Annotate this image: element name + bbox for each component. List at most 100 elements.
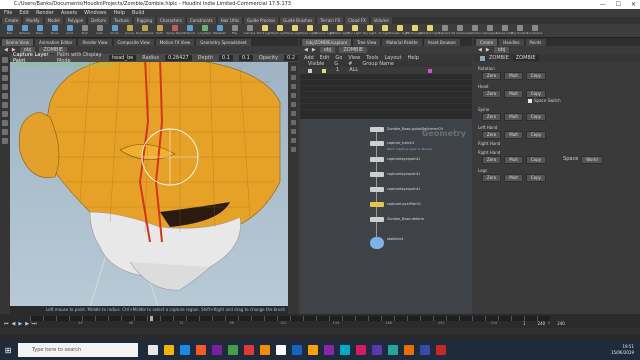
param-copy-button[interactable]: Copy bbox=[525, 156, 547, 164]
shelf-tool[interactable]: Tube bbox=[33, 25, 46, 36]
guides-icon[interactable] bbox=[290, 147, 296, 152]
points-icon[interactable] bbox=[290, 129, 296, 134]
param-copy-button[interactable]: Copy bbox=[525, 90, 547, 98]
shelf-tool[interactable]: Line bbox=[93, 25, 106, 36]
param-copy-button[interactable]: Copy bbox=[525, 131, 547, 139]
param-zero-button[interactable]: Zero bbox=[482, 156, 502, 164]
shelf-tool[interactable]: Curve bbox=[123, 25, 136, 36]
shelf-tab[interactable]: Texture bbox=[111, 17, 132, 24]
forward-icon[interactable]: ▶ bbox=[312, 47, 316, 53]
close-icon[interactable]: ✕ bbox=[631, 0, 636, 9]
snap-tool-icon[interactable] bbox=[2, 120, 8, 126]
taskbar-app-icon[interactable] bbox=[292, 345, 302, 355]
shelf-tool[interactable]: Caustic Light bbox=[390, 25, 409, 36]
path-obj[interactable]: obj bbox=[319, 47, 336, 53]
space-dropdown[interactable]: World bbox=[581, 156, 603, 164]
path-obj[interactable]: obj bbox=[493, 47, 510, 53]
path-zombie[interactable]: ZOMBIE bbox=[339, 47, 368, 53]
shelf-tool[interactable]: Path bbox=[153, 25, 166, 36]
shelf-tool[interactable]: Metaball bbox=[213, 25, 226, 36]
depth-field-2[interactable]: 0.1 bbox=[238, 55, 253, 61]
wireframe-icon[interactable] bbox=[290, 84, 296, 89]
3d-viewport[interactable] bbox=[10, 62, 288, 314]
pane-tab[interactable]: Material Palette bbox=[382, 39, 422, 46]
brush-tool-icon[interactable] bbox=[2, 129, 8, 135]
network-node[interactable] bbox=[370, 202, 384, 207]
param-mult-button[interactable]: Mult bbox=[504, 72, 523, 80]
checkbox-icon[interactable] bbox=[528, 98, 532, 103]
group-row[interactable]: 1 ALL bbox=[300, 67, 472, 74]
param-mult-button[interactable]: Mult bbox=[504, 113, 523, 121]
pane-tab[interactable]: Geometry Spreadsheet bbox=[196, 39, 251, 46]
menu-item-assets[interactable]: Assets bbox=[61, 9, 77, 17]
move-tool-icon[interactable] bbox=[2, 66, 8, 72]
pane-tab[interactable]: Tree View bbox=[353, 39, 381, 46]
end-frame-field[interactable]: 240 bbox=[534, 321, 549, 327]
network-menu-item[interactable]: Tools bbox=[366, 55, 378, 61]
shelf-tool[interactable]: Spray Paint bbox=[166, 25, 183, 36]
rotate-tool-icon[interactable] bbox=[2, 75, 8, 81]
network-editor[interactable]: Geometry Paint: Capture layer to Muscle … bbox=[300, 119, 472, 320]
shelf-tab[interactable]: Guide Brushes bbox=[280, 17, 316, 24]
network-menu-item[interactable]: Go bbox=[335, 55, 342, 61]
menu-item-help[interactable]: Help bbox=[113, 9, 124, 17]
taskbar-app-icon[interactable] bbox=[228, 345, 238, 355]
taskbar-app-icon[interactable] bbox=[308, 345, 318, 355]
network-menu-item[interactable]: Add bbox=[304, 55, 314, 61]
taskbar-app-icon[interactable] bbox=[420, 345, 430, 355]
pane-tab[interactable]: Handles bbox=[499, 39, 524, 46]
shelf-tool[interactable]: Sphere bbox=[18, 25, 31, 36]
network-node[interactable] bbox=[370, 187, 384, 192]
color-swatch[interactable] bbox=[322, 68, 326, 73]
visibility-swatch[interactable] bbox=[308, 68, 312, 73]
network-menu-item[interactable]: View bbox=[348, 55, 360, 61]
shelf-tool[interactable]: Grid bbox=[63, 25, 76, 36]
pose-tool-icon[interactable] bbox=[2, 102, 8, 108]
scale-tool-icon[interactable] bbox=[2, 84, 8, 90]
network-node[interactable] bbox=[370, 127, 384, 132]
start-frame-field[interactable]: 1 bbox=[520, 321, 529, 327]
normals-icon[interactable] bbox=[290, 138, 296, 143]
back-icon[interactable]: ◀ bbox=[4, 47, 8, 53]
first-frame-icon[interactable]: ⏮ bbox=[4, 321, 9, 327]
group-color-swatch[interactable] bbox=[428, 68, 433, 73]
shelf-tab[interactable]: Rigging bbox=[133, 17, 155, 24]
back-icon[interactable]: ◀ bbox=[304, 47, 308, 53]
shelf-tab[interactable]: Deform bbox=[88, 17, 110, 24]
network-menu-item[interactable]: Edit bbox=[320, 55, 330, 61]
network-node[interactable] bbox=[370, 237, 384, 249]
pane-tab[interactable]: Animation Editor bbox=[34, 39, 77, 46]
minimize-icon[interactable]: — bbox=[600, 0, 606, 9]
network-node[interactable] bbox=[370, 217, 384, 222]
menu-item-windows[interactable]: Windows bbox=[84, 9, 106, 17]
clock-date[interactable]: 15/06/2019 bbox=[611, 350, 634, 356]
shelf-tab[interactable]: Create bbox=[2, 17, 22, 24]
taskbar-app-icon[interactable] bbox=[372, 345, 382, 355]
handle-tool-icon[interactable] bbox=[2, 93, 8, 99]
shelf-tab[interactable]: Characters bbox=[156, 17, 185, 24]
taskbar-app-icon[interactable] bbox=[436, 345, 446, 355]
shelf-tool[interactable]: Env Light bbox=[348, 25, 362, 36]
select-tool-icon[interactable] bbox=[2, 57, 8, 63]
param-mult-button[interactable]: Mult bbox=[504, 90, 523, 98]
pane-tab[interactable]: Motion FX View bbox=[155, 39, 195, 46]
pane-tab[interactable]: Asset Browser bbox=[423, 39, 461, 46]
maximize-icon[interactable]: ☐ bbox=[616, 0, 621, 9]
shelf-tool[interactable]: Box bbox=[3, 25, 16, 36]
pane-tab[interactable]: Render View bbox=[78, 39, 112, 46]
shelf-tab[interactable]: Cloud FX bbox=[345, 17, 369, 24]
step-back-icon[interactable]: ◀ bbox=[12, 321, 16, 327]
param-mult-button[interactable]: Mult bbox=[504, 174, 523, 182]
shelf-tab[interactable]: Modify bbox=[23, 17, 43, 24]
shelf-tool[interactable]: Ambient Light bbox=[419, 25, 440, 36]
shelf-tool[interactable]: Camera bbox=[243, 25, 256, 36]
grid-icon[interactable] bbox=[290, 102, 296, 107]
shelf-tool[interactable]: L-System bbox=[198, 25, 211, 36]
display-options-icon[interactable] bbox=[290, 66, 296, 71]
pane-tab[interactable]: Composite View bbox=[113, 39, 154, 46]
ghost-icon[interactable] bbox=[290, 120, 296, 125]
param-zero-button[interactable]: Zero bbox=[482, 90, 502, 98]
capture-region-field[interactable]: head_be bbox=[108, 55, 137, 61]
network-node[interactable] bbox=[370, 172, 384, 177]
menu-item-edit[interactable]: Edit bbox=[19, 9, 29, 17]
